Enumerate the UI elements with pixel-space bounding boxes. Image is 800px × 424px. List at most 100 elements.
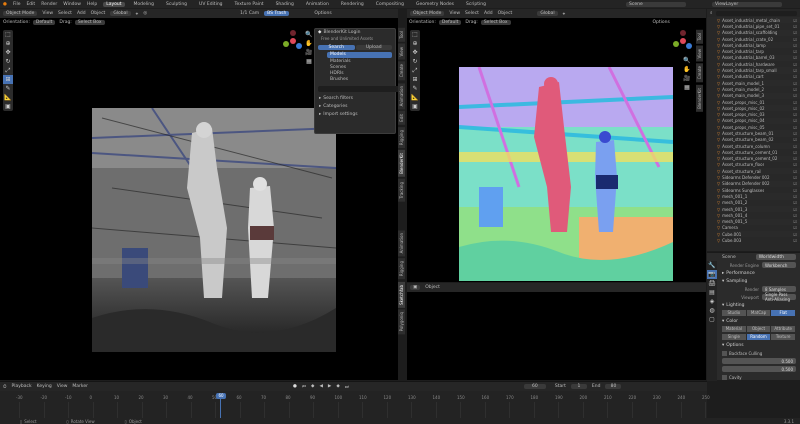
popup-search-tab[interactable]: Search: [318, 44, 355, 50]
section-performance[interactable]: Performance: [726, 271, 755, 276]
viewport-aa-field[interactable]: Single Pass Anti-Aliasing: [762, 292, 796, 302]
visibility-checkbox-icon[interactable]: ☑: [793, 74, 797, 79]
right-mode-select[interactable]: Object Mode: [410, 11, 445, 16]
play-icon[interactable]: ▶: [328, 384, 331, 389]
visibility-checkbox-icon[interactable]: ☑: [793, 49, 797, 54]
left-options[interactable]: Options: [314, 11, 331, 16]
right-annotate-icon[interactable]: ✎: [410, 84, 420, 93]
color-material[interactable]: Material: [722, 326, 746, 332]
lower-editor-type-icon[interactable]: ▣: [410, 285, 421, 290]
rtab-sketchfab[interactable]: Sketchfab: [398, 281, 405, 308]
prev-key-icon[interactable]: ◆: [311, 384, 314, 389]
visibility-checkbox-icon[interactable]: ☑: [793, 156, 797, 161]
scale-icon[interactable]: ⤢: [3, 66, 13, 75]
visibility-checkbox-icon[interactable]: ☑: [793, 24, 797, 29]
visibility-checkbox-icon[interactable]: ☑: [793, 106, 797, 111]
right-measure-icon[interactable]: 📐: [410, 93, 420, 102]
left-menu-select[interactable]: Select: [58, 11, 72, 16]
tool-tab-icon[interactable]: 🔧: [707, 261, 717, 270]
section-sampling[interactable]: Sampling: [726, 279, 747, 284]
color-object[interactable]: Object: [746, 326, 771, 332]
cavity-checkbox[interactable]: [722, 374, 727, 380]
timeline-menu-keying[interactable]: Keying: [37, 384, 52, 389]
tab-compositing[interactable]: Compositing: [373, 2, 407, 7]
right-transform-orientation[interactable]: Global: [537, 11, 558, 16]
lighting-studio[interactable]: Studio: [722, 310, 746, 316]
npanel-tab-tracking[interactable]: Tracking: [398, 178, 405, 202]
visibility-checkbox-icon[interactable]: ☑: [793, 175, 797, 180]
tab-uv-editing[interactable]: UV Editing: [196, 2, 225, 7]
xray-field[interactable]: 0.500: [722, 358, 796, 364]
annotate-icon[interactable]: ✎: [3, 84, 13, 93]
timeline-playhead[interactable]: 60: [216, 393, 226, 399]
visibility-checkbox-icon[interactable]: ☑: [793, 162, 797, 167]
drag-select[interactable]: Select Box: [74, 20, 105, 25]
timeline-editor-icon[interactable]: ⏱: [3, 384, 7, 390]
popup-upload-tab[interactable]: Upload: [355, 44, 392, 50]
right-rotate-icon[interactable]: ↻: [410, 57, 420, 66]
menu-edit[interactable]: Edit: [26, 2, 35, 7]
visibility-checkbox-icon[interactable]: ☑: [793, 100, 797, 105]
left-menu-object[interactable]: Object: [91, 11, 106, 16]
left-header-button[interactable]: BS Trash: [264, 11, 290, 16]
visibility-checkbox-icon[interactable]: ☑: [793, 37, 797, 42]
lighting-matcap[interactable]: MatCap: [746, 310, 771, 316]
lower-right-editor[interactable]: [407, 283, 706, 380]
right-scale-icon[interactable]: ⤢: [410, 66, 420, 75]
cursor-icon[interactable]: ⊕: [3, 39, 13, 48]
menu-file[interactable]: File: [13, 2, 21, 7]
left-overlay-label[interactable]: 1/1 Cam: [240, 11, 259, 16]
rtab-polygoniq[interactable]: Polygoniq: [398, 309, 405, 335]
play-reverse-icon[interactable]: ◀: [319, 384, 322, 389]
right-zoom-icon[interactable]: 🔍: [682, 56, 692, 65]
visibility-checkbox-icon[interactable]: ☑: [793, 30, 797, 35]
outliner-row[interactable]: ▽ Cube.003 ☑: [717, 237, 800, 243]
visibility-checkbox-icon[interactable]: ☑: [793, 194, 797, 199]
visibility-checkbox-icon[interactable]: ☑: [793, 232, 797, 237]
category-models[interactable]: Models: [327, 52, 392, 58]
outliner-filter-icon[interactable]: ⌕: [710, 10, 713, 16]
right-snap-icon[interactable]: ⌖: [563, 11, 566, 17]
visibility-checkbox-icon[interactable]: ☑: [793, 87, 797, 92]
visibility-checkbox-icon[interactable]: ☑: [793, 131, 797, 136]
scene-tab-icon[interactable]: ◈: [707, 297, 717, 306]
right-move-icon[interactable]: ✥: [410, 48, 420, 57]
visibility-checkbox-icon[interactable]: ☑: [793, 213, 797, 218]
npanel-tab-rigging[interactable]: Rigging: [398, 126, 405, 148]
visibility-checkbox-icon[interactable]: ☑: [793, 43, 797, 48]
rvtab-blenderkit[interactable]: BlenderKit: [696, 84, 703, 112]
npanel-tab-create[interactable]: Create: [398, 61, 405, 81]
next-key-icon[interactable]: ◆: [336, 384, 339, 389]
visibility-checkbox-icon[interactable]: ☑: [793, 181, 797, 186]
popup-link-import[interactable]: Import settings: [323, 112, 357, 117]
right-pan-hand-icon[interactable]: ✋: [682, 65, 692, 74]
visibility-checkbox-icon[interactable]: ☑: [793, 125, 797, 130]
popup-link-filters[interactable]: Search filters: [323, 96, 353, 101]
color-texture[interactable]: Texture: [771, 334, 796, 340]
visibility-checkbox-icon[interactable]: ☑: [793, 169, 797, 174]
render-engine-select[interactable]: Workbench: [762, 262, 796, 268]
current-frame-field[interactable]: 60: [523, 384, 546, 389]
right-add-cube-icon[interactable]: ▣: [410, 102, 420, 111]
npanel-tab-view[interactable]: View: [398, 43, 405, 60]
right-menu-select[interactable]: Select: [465, 11, 479, 16]
add-cube-icon[interactable]: ▣: [3, 102, 13, 111]
left-menu-add[interactable]: Add: [77, 11, 86, 16]
right-menu-view[interactable]: View: [449, 11, 460, 16]
left-proportional-icon[interactable]: ◎: [143, 11, 147, 16]
lighting-flat[interactable]: Flat: [771, 310, 796, 316]
visibility-checkbox-icon[interactable]: ☑: [793, 112, 797, 117]
tab-geometry-nodes[interactable]: Geometry Nodes: [413, 2, 457, 7]
section-color[interactable]: Color: [726, 319, 738, 324]
right-select-cursor-icon[interactable]: ⬚: [410, 30, 420, 39]
measure-icon[interactable]: 📐: [3, 93, 13, 102]
visibility-checkbox-icon[interactable]: ☑: [793, 144, 797, 149]
visibility-checkbox-icon[interactable]: ☑: [793, 188, 797, 193]
visibility-checkbox-icon[interactable]: ☑: [793, 219, 797, 224]
npanel-tab-blenderkit[interactable]: BlenderKit: [398, 149, 405, 177]
visibility-checkbox-icon[interactable]: ☑: [793, 150, 797, 155]
rotate-icon[interactable]: ↻: [3, 57, 13, 66]
orientation-select[interactable]: Default: [32, 20, 56, 25]
rvtab-create[interactable]: Create: [696, 63, 703, 83]
rtab-rigging[interactable]: Rigging: [398, 258, 405, 280]
